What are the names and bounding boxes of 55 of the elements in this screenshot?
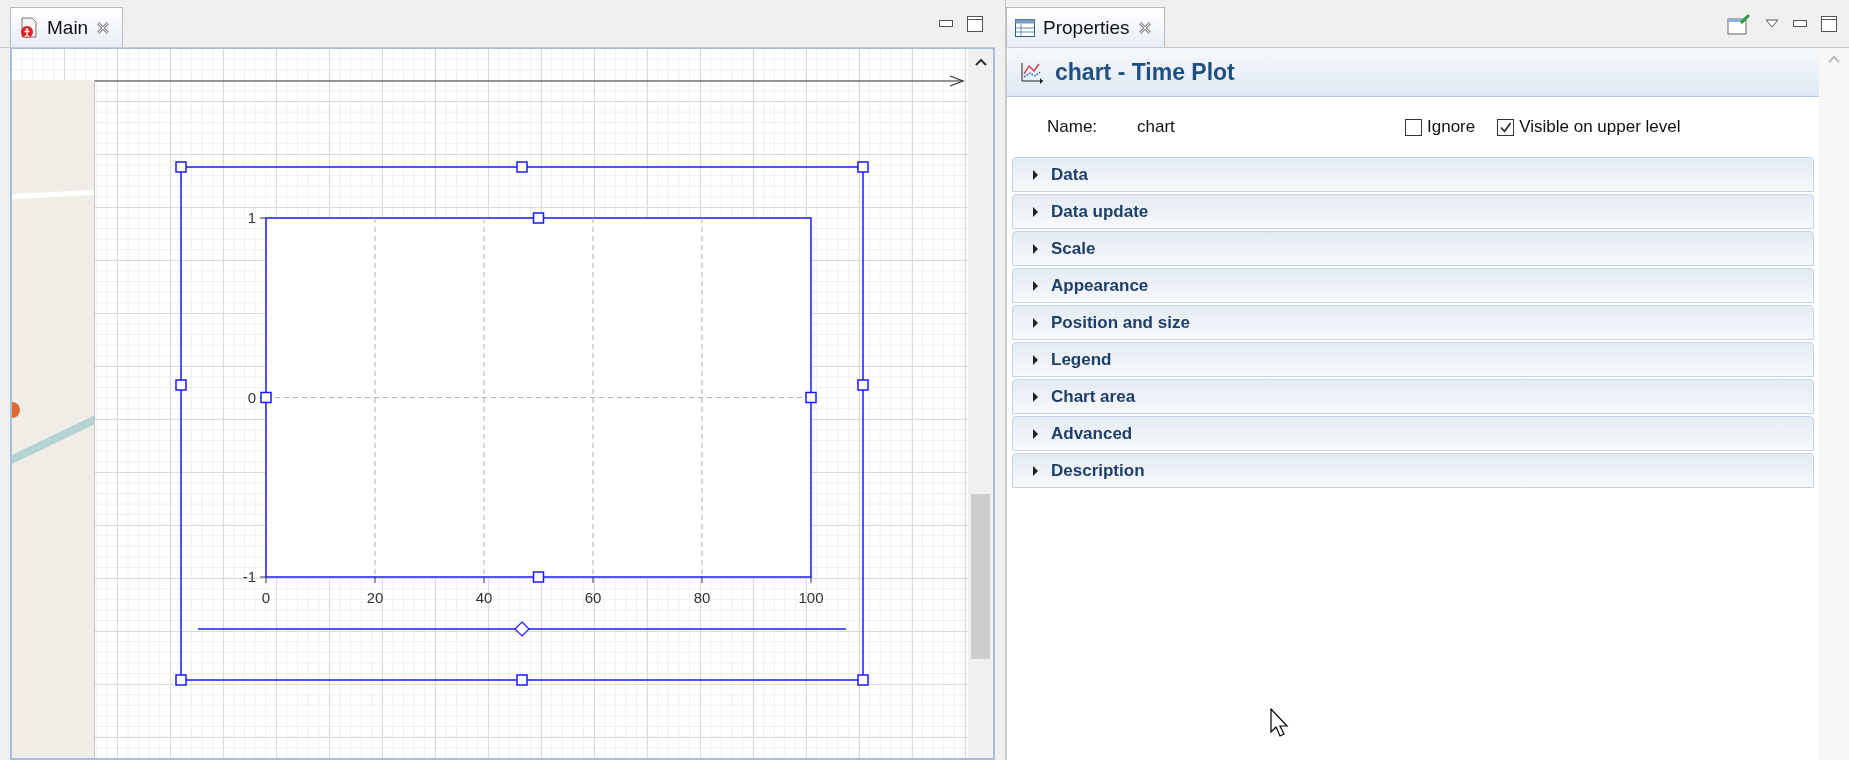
minimize-icon[interactable] [939, 19, 953, 28]
section-header[interactable]: Scale [1012, 231, 1814, 266]
scrollbar[interactable] [968, 49, 993, 758]
properties-tab[interactable]: Properties [1006, 7, 1165, 47]
minimize-icon[interactable] [1793, 19, 1807, 28]
resize-handle[interactable] [532, 212, 545, 224]
table-icon [1015, 18, 1035, 37]
checkbox-label[interactable]: Visible on upper level [1519, 117, 1681, 137]
resize-handle[interactable] [175, 161, 187, 173]
resize-handle[interactable] [516, 161, 528, 173]
section-header[interactable]: Data update [1012, 194, 1814, 229]
resize-handle[interactable] [516, 674, 528, 686]
axis-label: 40 [475, 589, 493, 606]
editor-tab[interactable]: Main [10, 7, 124, 47]
resize-handle[interactable] [175, 379, 187, 391]
view-menu-icon[interactable] [1765, 19, 1779, 28]
resize-handle[interactable] [260, 391, 272, 404]
document-icon [19, 16, 39, 39]
name-value: chart [1137, 117, 1176, 137]
field-label: Name: [1047, 117, 1099, 137]
editor-canvas[interactable]: 0 20 40 60 80 100 -1 0 1 [12, 49, 968, 758]
resize-handle[interactable] [857, 379, 869, 391]
close-icon[interactable] [1137, 20, 1152, 35]
scrollbar-thumb[interactable] [971, 494, 990, 659]
axis-label: 1 [247, 209, 256, 226]
axis-label: 80 [693, 589, 711, 606]
checkbox[interactable] [1497, 118, 1515, 136]
checkbox-label[interactable]: Ignore [1427, 117, 1476, 137]
axis-label: 20 [366, 589, 384, 606]
section-header[interactable]: Appearance [1012, 268, 1814, 303]
axis-label: -1 [242, 568, 256, 585]
pin-note-icon[interactable] [1727, 12, 1751, 35]
resize-handle[interactable] [857, 161, 869, 173]
time-slider[interactable] [197, 621, 847, 637]
resize-handle[interactable] [805, 391, 817, 404]
maximize-icon[interactable] [1821, 15, 1837, 32]
scroll-up-icon[interactable] [974, 57, 987, 67]
panel-title: chart - Time Plot [1055, 58, 1235, 86]
resize-handle[interactable] [175, 674, 187, 686]
axis-label: 0 [261, 589, 271, 606]
section-header[interactable]: Chart area [1012, 379, 1814, 414]
checkbox[interactable] [1405, 118, 1422, 136]
maximize-icon[interactable] [967, 15, 983, 32]
section-header[interactable]: Position and size [1012, 305, 1814, 340]
section-header[interactable]: Description [1012, 453, 1814, 488]
axis-label: 100 [798, 589, 824, 606]
close-icon[interactable] [96, 20, 111, 35]
section-header[interactable]: Legend [1012, 342, 1814, 377]
section-header[interactable]: Advanced [1012, 416, 1814, 451]
line-chart-icon [1019, 60, 1045, 84]
axis-label: 0 [247, 388, 256, 406]
resize-handle[interactable] [857, 674, 869, 686]
axis-label: 60 [584, 589, 602, 606]
section-header[interactable]: Data [1012, 157, 1814, 192]
resize-handle[interactable] [532, 571, 545, 583]
